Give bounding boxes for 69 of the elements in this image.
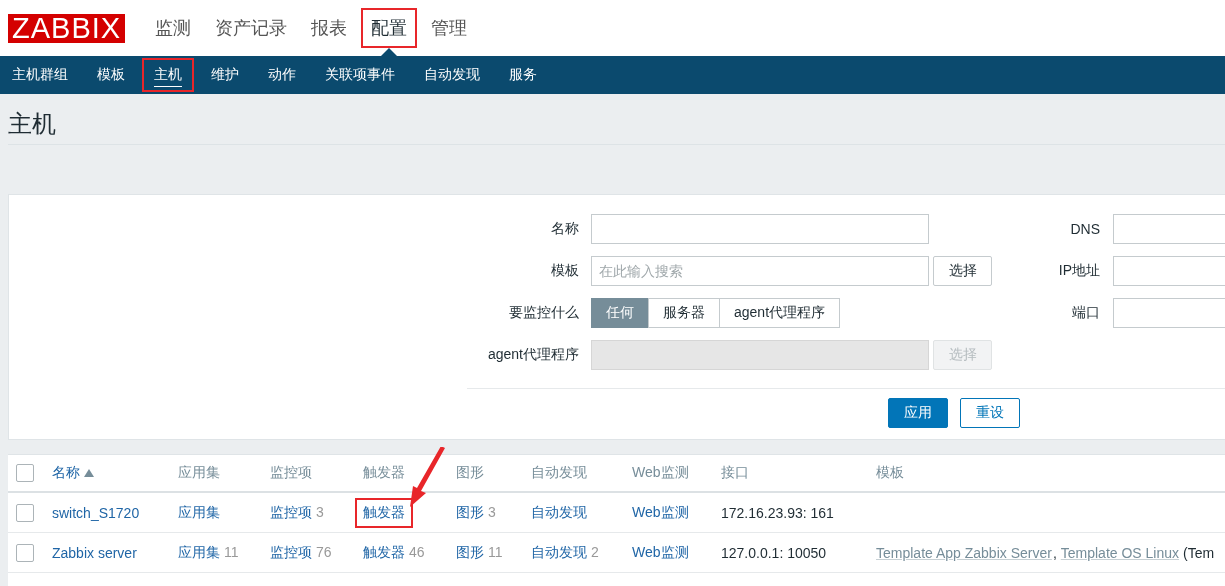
select-button[interactable]: 选择: [933, 256, 992, 286]
field-label: agent代理程序: [486, 346, 579, 364]
table-link[interactable]: 图形: [456, 543, 484, 560]
count-text: 2: [591, 543, 599, 560]
sub-menu-item[interactable]: 自动发现: [412, 58, 492, 92]
column-header[interactable]: 自动发现: [531, 464, 587, 480]
apply-button[interactable]: 应用: [888, 398, 948, 428]
table-link[interactable]: 图形: [456, 503, 484, 520]
sub-menu-item[interactable]: 服务: [497, 58, 549, 92]
sub-menu-item[interactable]: 动作: [256, 58, 308, 92]
count-text: 46: [409, 543, 425, 560]
top-menu-item[interactable]: 资产记录: [205, 8, 298, 48]
column-header[interactable]: 模板: [876, 464, 904, 480]
count-text: 3: [488, 503, 496, 520]
table-link[interactable]: 应用集: [178, 503, 220, 520]
table-link[interactable]: 自动发现: [531, 503, 587, 520]
field-label: 模板: [550, 262, 579, 280]
page-title: 主机: [7, 109, 57, 139]
template-text: ,: [1052, 544, 1057, 561]
reset-button[interactable]: 重设: [960, 398, 1020, 428]
input-field[interactable]: [591, 214, 929, 244]
interface-address: 172.16.23.93: 161: [721, 504, 834, 521]
zabbix-logo[interactable]: ZABBIX: [8, 13, 126, 43]
column-header[interactable]: 接口: [721, 464, 749, 480]
table-link[interactable]: Web监测: [632, 503, 689, 520]
sub-menu-item[interactable]: 主机群组: [0, 58, 80, 92]
field-label: DNS: [1069, 221, 1100, 237]
table-link[interactable]: 触发器: [363, 543, 405, 560]
column-header[interactable]: 名称: [52, 464, 94, 482]
field-label: 要监控什么: [508, 304, 579, 322]
count-text: 3: [316, 503, 324, 520]
column-header[interactable]: 应用集: [178, 464, 220, 480]
column-header[interactable]: 图形: [456, 464, 484, 480]
field-label: 名称: [550, 220, 579, 238]
template-link[interactable]: Template App Zabbix Server: [876, 544, 1052, 561]
sub-menu-item[interactable]: 主机: [142, 58, 194, 92]
column-header[interactable]: 监控项: [270, 464, 312, 480]
top-menu-item[interactable]: 配置: [361, 8, 418, 48]
interface-address: 127.0.0.1: 10050: [721, 544, 827, 561]
sub-menu-item[interactable]: 模板: [85, 58, 137, 92]
sort-ascending-icon: [84, 469, 94, 477]
row-checkbox[interactable]: [16, 543, 34, 562]
top-menu-item[interactable]: 管理: [421, 8, 478, 48]
field-label: IP地址: [1057, 262, 1100, 280]
table-link[interactable]: 监控项: [270, 503, 312, 520]
column-header[interactable]: 触发器: [363, 464, 405, 480]
table-link[interactable]: 监控项: [270, 543, 312, 560]
row-checkbox[interactable]: [16, 503, 34, 522]
count-text: 11: [488, 543, 503, 560]
host-name-link[interactable]: switch_S1720: [52, 504, 140, 521]
sub-menu-item[interactable]: 维护: [199, 58, 251, 92]
template-text: (Tem: [1183, 544, 1215, 561]
field-label: 端口: [1071, 304, 1100, 322]
count-text: 76: [316, 543, 332, 560]
segment-option[interactable]: agent代理程序: [719, 298, 841, 328]
template-link[interactable]: Template OS Linux: [1060, 544, 1180, 561]
column-header[interactable]: Web监测: [632, 464, 689, 480]
count-text: 11: [224, 543, 239, 560]
top-menu-item[interactable]: 报表: [301, 8, 358, 48]
table-link[interactable]: 应用集: [178, 543, 220, 560]
segment-option[interactable]: 服务器: [648, 298, 720, 328]
table-link[interactable]: 自动发现: [531, 543, 587, 560]
input-field[interactable]: 在此输入搜索: [591, 256, 929, 286]
select-all-checkbox[interactable]: [16, 464, 34, 483]
segment-option[interactable]: 任何: [591, 298, 649, 328]
host-name-link[interactable]: Zabbix server: [52, 544, 137, 561]
sub-menu-item[interactable]: 关联项事件: [313, 58, 407, 92]
top-menu-item[interactable]: 监测: [145, 8, 202, 48]
table-link[interactable]: Web监测: [632, 543, 689, 560]
